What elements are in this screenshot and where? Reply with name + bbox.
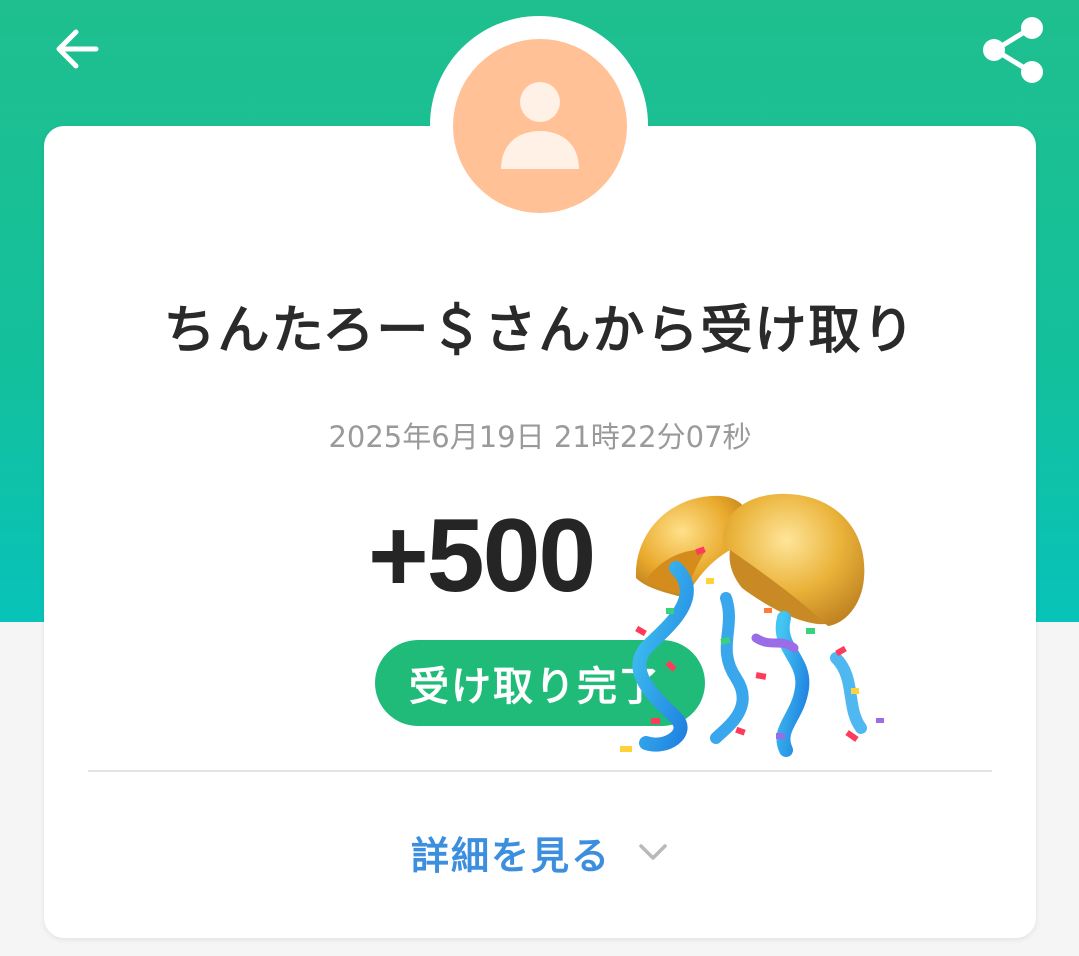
- divider: [88, 770, 992, 772]
- avatar[interactable]: [453, 39, 627, 213]
- person-icon: [501, 82, 579, 169]
- share-icon: [979, 15, 1049, 89]
- transaction-timestamp: 2025年6月19日 21時22分07秒: [328, 420, 752, 454]
- transaction-amount: +500: [368, 498, 596, 614]
- details-button[interactable]: 詳細を見る: [44, 820, 1036, 884]
- page-title: ちんたろー＄さんから受け取り: [163, 301, 917, 361]
- back-button[interactable]: [46, 20, 108, 82]
- celebration-kusudama-image: [606, 488, 896, 763]
- share-button[interactable]: [972, 12, 1056, 92]
- details-label: 詳細を見る: [410, 833, 611, 878]
- chevron-down-icon: [637, 841, 669, 863]
- arrow-left-icon: [52, 24, 102, 78]
